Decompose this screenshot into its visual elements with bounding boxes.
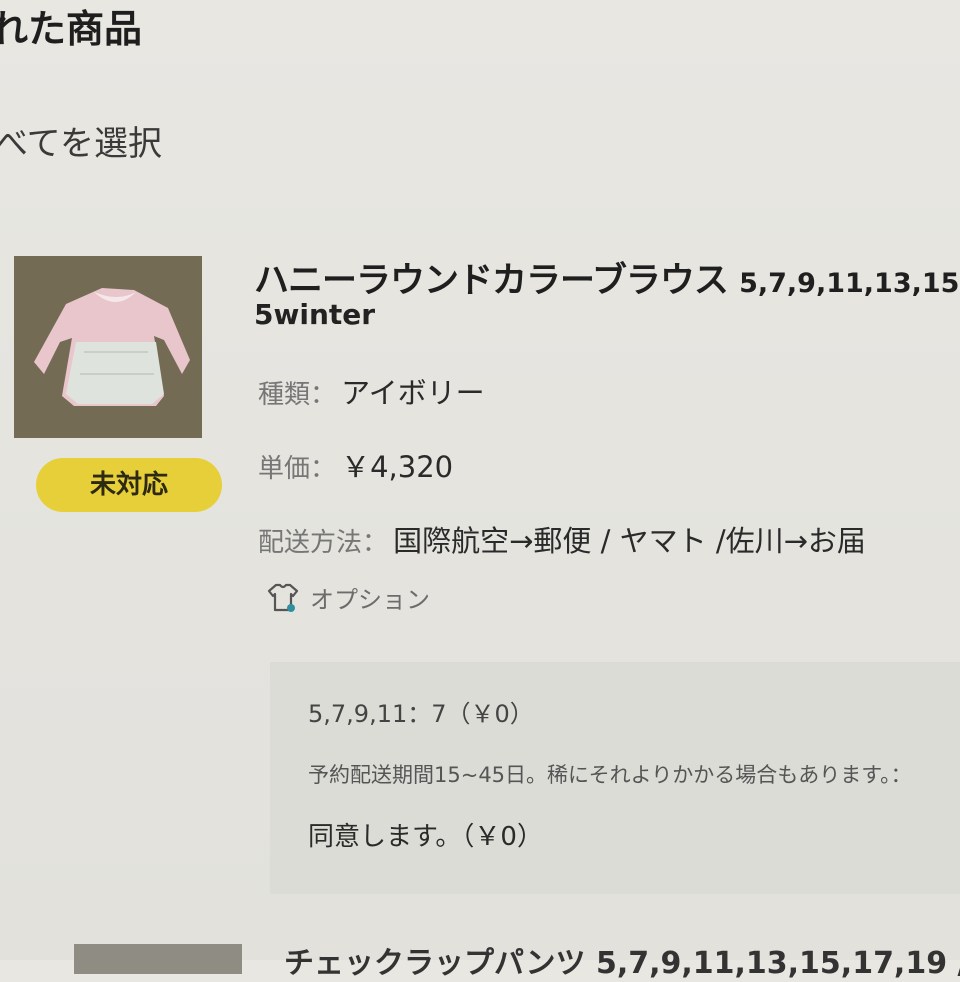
option-note: 予約配送期間15~45日。稀にそれよりかかる場合もあります。： <box>308 763 912 787</box>
option-panel: 5,7,9,11：7（￥0） 予約配送期間15~45日。稀にそれよりかかる場合も… <box>270 662 960 894</box>
shipping-row: 配送方法： 国際航空→郵便 / ヤマト /佐川→お届 <box>258 518 866 560</box>
product-subtitle: 5winter <box>254 298 376 331</box>
next-item-thumbnail[interactable] <box>74 944 242 974</box>
type-row: 種類： アイボリー <box>258 370 485 412</box>
shipping-label: 配送方法： <box>258 528 389 558</box>
price-row: 単価： ￥4,320 <box>258 444 453 486</box>
product-title[interactable]: ハニーラウンドカラーブラウス 5,7,9,11,13,15 <box>254 252 959 303</box>
type-label: 種類： <box>258 380 337 410</box>
price-value: ￥4,320 <box>341 450 454 484</box>
shipping-value: 国際航空→郵便 / ヤマト /佐川→お届 <box>393 524 866 558</box>
price-label: 単価： <box>258 454 337 484</box>
option-size-line: 5,7,9,11：7（￥0） <box>308 700 534 728</box>
status-badge[interactable]: 未対応 <box>36 458 222 512</box>
select-all-link[interactable]: べてを選択 <box>0 116 162 165</box>
product-sizes: 5,7,9,11,13,15 <box>739 268 960 299</box>
product-name: ハニーラウンドカラーブラウス <box>254 261 729 301</box>
next-item-title[interactable]: チェックラップパンツ 5,7,9,11,13,15,17,19 / 5 <box>284 938 960 982</box>
section-title: れた商品 <box>0 7 143 51</box>
product-thumbnail[interactable] <box>14 256 202 438</box>
option-label: オプション <box>310 586 430 614</box>
blouse-image <box>14 256 202 438</box>
shirt-icon <box>267 583 299 612</box>
option-agree: 同意します。（￥0） <box>308 822 543 852</box>
option-toggle[interactable]: オプション <box>266 580 430 615</box>
type-value: アイボリー <box>341 376 485 410</box>
